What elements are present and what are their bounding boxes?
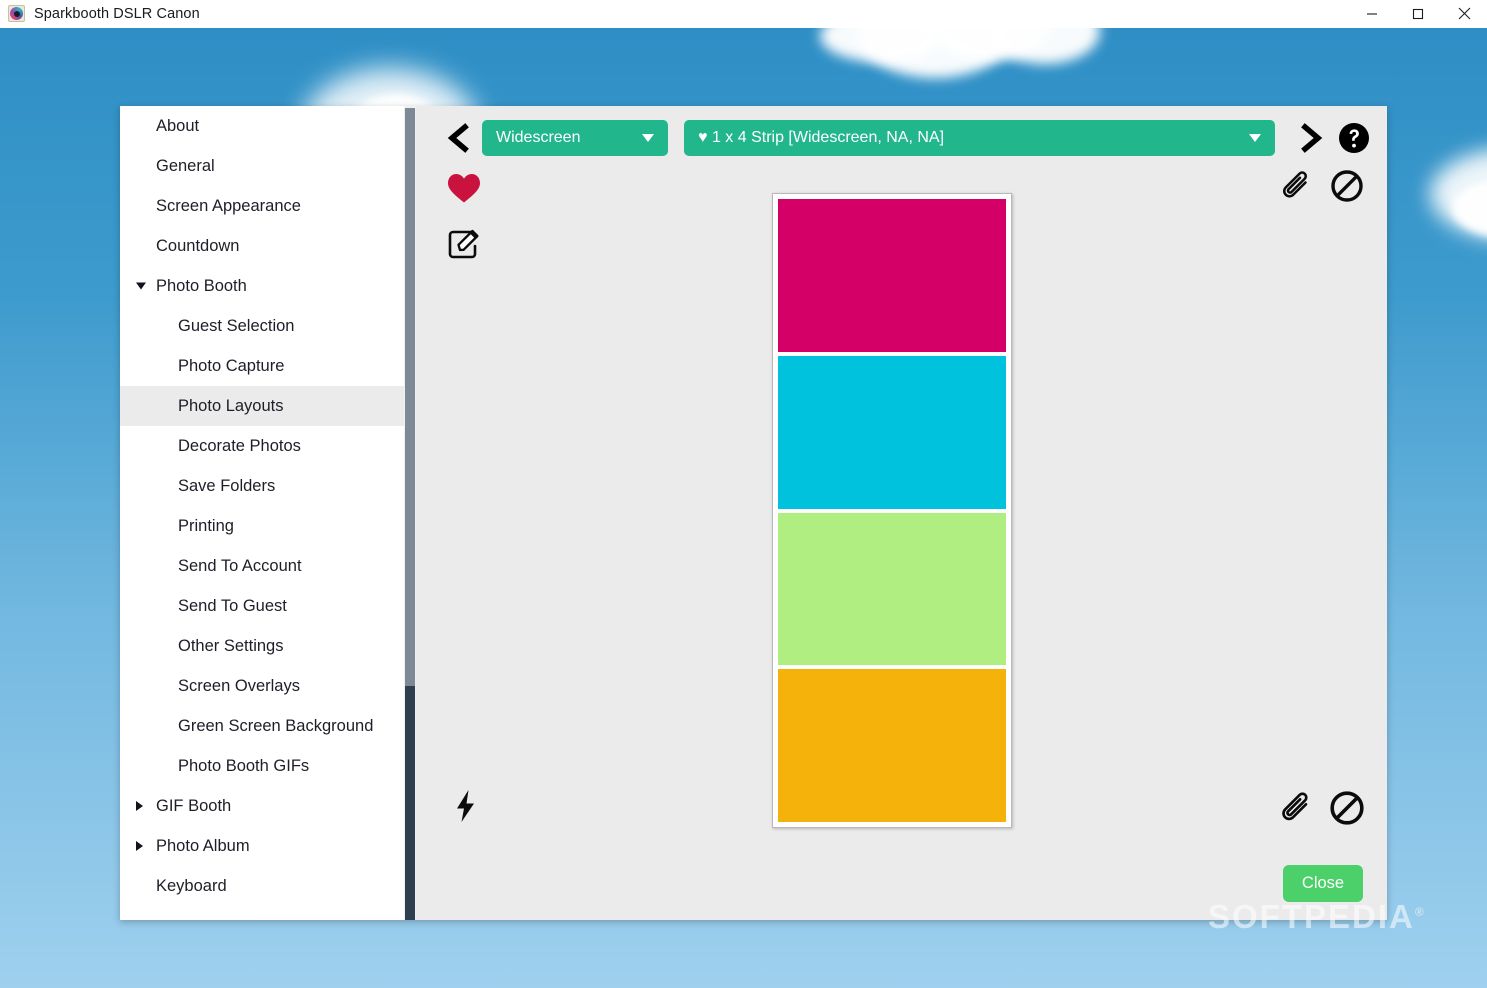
chevron-right-icon[interactable]	[1291, 117, 1333, 159]
photo-layouts-panel: Widescreen ♥ 1 x 4 Strip [Widescreen, NA…	[416, 106, 1387, 920]
app-window: About General Screen Appearance Countdown Ph…	[120, 106, 1387, 920]
chevron-down-icon[interactable]	[136, 282, 146, 290]
photo-cell-4[interactable]	[778, 669, 1006, 822]
layout-bottom-tools	[1275, 786, 1369, 830]
sidebar-item-screen-overlays[interactable]: Screen Overlays	[120, 666, 416, 706]
aspect-ratio-value: Widescreen	[496, 129, 581, 146]
sidebar-item-label: Send To Guest	[178, 596, 287, 615]
sidebar-scrollbar-thumb[interactable]	[405, 108, 415, 686]
sidebar-item-label: Other Settings	[178, 636, 284, 655]
favorite-heart-icon[interactable]	[442, 166, 486, 210]
sidebar-item-other-settings[interactable]: Other Settings	[120, 626, 416, 666]
sidebar-item-label: Guest Selection	[178, 316, 295, 335]
sidebar-item-green-screen-background[interactable]: Green Screen Background	[120, 706, 416, 746]
photo-cell-1[interactable]	[778, 199, 1006, 352]
sidebar-item-printing[interactable]: Printing	[120, 506, 416, 546]
window-title: Sparkbooth DSLR Canon	[34, 5, 200, 22]
sidebar-item-guest-selection[interactable]: Guest Selection	[120, 306, 416, 346]
photo-strip-preview[interactable]	[772, 193, 1012, 828]
window-controls	[1349, 0, 1487, 28]
sidebar-item-gif-booth[interactable]: GIF Booth	[120, 786, 416, 826]
sidebar-item-label: General	[156, 156, 215, 175]
sidebar-nav-list: About General Screen Appearance Countdown Ph…	[120, 106, 416, 906]
chevron-right-icon[interactable]	[136, 841, 143, 851]
settings-sidebar: About General Screen Appearance Countdown Ph…	[120, 106, 416, 920]
sidebar-item-keyboard[interactable]: Keyboard	[120, 866, 416, 906]
minimize-icon[interactable]	[1349, 0, 1395, 28]
maximize-icon[interactable]	[1395, 0, 1441, 28]
photo-cell-3[interactable]	[778, 512, 1006, 666]
attach-paperclip-icon[interactable]	[1275, 164, 1319, 208]
chevron-down-icon	[642, 134, 654, 142]
layout-left-tools	[442, 166, 486, 266]
sidebar-item-photo-layouts[interactable]: Photo Layouts	[120, 386, 416, 426]
sidebar-item-countdown[interactable]: Countdown	[120, 226, 416, 266]
camera-lens-icon	[8, 5, 25, 22]
sidebar-item-label: Photo Booth GIFs	[178, 756, 310, 775]
attach-paperclip-icon[interactable]	[1275, 786, 1319, 830]
layout-value: ♥ 1 x 4 Strip [Widescreen, NA, NA]	[698, 129, 945, 146]
help-circle-icon[interactable]	[1333, 117, 1375, 159]
sidebar-item-label: Keyboard	[156, 876, 227, 895]
disable-prohibited-icon[interactable]	[1325, 164, 1369, 208]
sidebar-item-label: Green Screen Background	[178, 716, 374, 735]
sidebar-item-label: Photo Layouts	[178, 396, 284, 415]
close-button[interactable]: Close	[1283, 865, 1363, 902]
title-bar: Sparkbooth DSLR Canon	[0, 0, 1487, 28]
aspect-ratio-select[interactable]: Widescreen	[482, 120, 668, 156]
sidebar-item-label: Screen Appearance	[156, 196, 301, 215]
sidebar-scrollbar-lower[interactable]	[405, 686, 415, 920]
sidebar-item-label: Photo Album	[156, 836, 250, 855]
sidebar-item-decorate-photos[interactable]: Decorate Photos	[120, 426, 416, 466]
edit-layout-icon[interactable]	[442, 222, 486, 266]
photo-cell-2[interactable]	[778, 355, 1006, 509]
chevron-left-icon[interactable]	[438, 123, 478, 153]
chevron-right-icon[interactable]	[136, 801, 143, 811]
disable-prohibited-icon[interactable]	[1325, 786, 1369, 830]
sidebar-item-about[interactable]: About	[120, 106, 416, 146]
sidebar-scrollbar-track[interactable]	[404, 106, 416, 920]
sidebar-item-send-to-guest[interactable]: Send To Guest	[120, 586, 416, 626]
sidebar-item-label: Save Folders	[178, 476, 276, 495]
sidebar-item-label: Decorate Photos	[178, 436, 301, 455]
sidebar-item-save-folders[interactable]: Save Folders	[120, 466, 416, 506]
sidebar-item-label: Screen Overlays	[178, 676, 300, 695]
sidebar-item-label: Photo Booth	[156, 276, 247, 295]
sidebar-item-label: Photo Capture	[178, 356, 285, 375]
sidebar-item-label: Countdown	[156, 236, 240, 255]
sidebar-item-label: Printing	[178, 516, 234, 535]
sidebar-item-send-to-account[interactable]: Send To Account	[120, 546, 416, 586]
cloud-shape	[990, 28, 1100, 64]
sidebar-item-label: About	[156, 116, 200, 135]
sidebar-item-label: Send To Account	[178, 556, 302, 575]
chevron-down-icon	[1249, 134, 1261, 142]
lightning-bolt-icon[interactable]	[444, 784, 488, 828]
sidebar-item-photo-booth-gifs[interactable]: Photo Booth GIFs	[120, 746, 416, 786]
sidebar-item-screen-appearance[interactable]: Screen Appearance	[120, 186, 416, 226]
sidebar-item-photo-capture[interactable]: Photo Capture	[120, 346, 416, 386]
sidebar-item-general[interactable]: General	[120, 146, 416, 186]
sidebar-item-photo-album[interactable]: Photo Album	[120, 826, 416, 866]
sidebar-item-photo-booth[interactable]: Photo Booth	[120, 266, 416, 306]
layout-toolbar: Widescreen ♥ 1 x 4 Strip [Widescreen, NA…	[416, 116, 1387, 160]
layout-select[interactable]: ♥ 1 x 4 Strip [Widescreen, NA, NA]	[684, 120, 1275, 156]
sidebar-item-label: GIF Booth	[156, 796, 232, 815]
close-icon[interactable]	[1441, 0, 1487, 28]
layout-right-tools	[1275, 164, 1369, 208]
